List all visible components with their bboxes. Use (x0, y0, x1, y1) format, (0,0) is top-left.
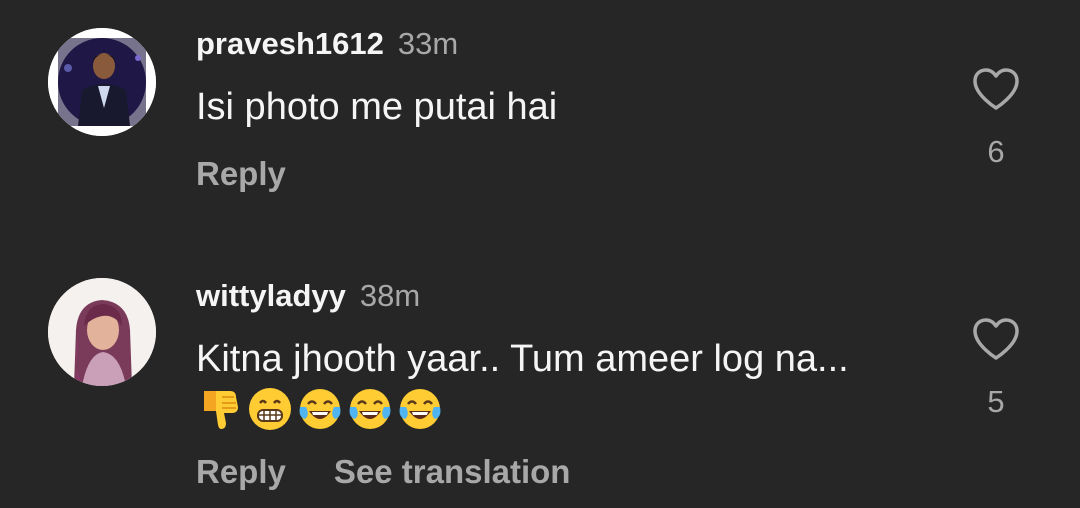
comment-item: pravesh1612 33m Isi photo me putai hai Re… (0, 0, 1080, 230)
avatar[interactable] (48, 278, 156, 386)
grinning-face-icon (246, 385, 294, 433)
timestamp: 33m (397, 26, 459, 61)
heart-icon[interactable] (971, 66, 1021, 112)
comment-actions: Reply (196, 152, 286, 196)
comment-actions: Reply See translation (196, 450, 570, 494)
avatar-photo (48, 278, 156, 386)
reply-button[interactable]: Reply (196, 453, 286, 490)
emoji-row (196, 384, 444, 434)
comment-header: wittyladyy 38m (196, 274, 420, 318)
reply-button[interactable]: Reply (196, 155, 286, 192)
tears-of-joy-icon (296, 385, 344, 433)
comment-text: Isi photo me putai hai (196, 86, 558, 128)
username[interactable]: wittyladyy (196, 278, 346, 313)
tears-of-joy-icon (346, 385, 394, 433)
like-count: 6 (987, 134, 1005, 169)
timestamp: 38m (359, 278, 421, 313)
thumbs-down-icon (196, 385, 244, 433)
avatar[interactable] (48, 28, 156, 136)
avatar-photo (48, 28, 156, 136)
see-translation-button[interactable]: See translation (334, 453, 571, 490)
comment-text: Kitna jhooth yaar.. Tum ameer log na... (196, 338, 849, 380)
comments-list: pravesh1612 33m Isi photo me putai hai Re… (0, 0, 1080, 508)
like-control: 6 (970, 66, 1022, 172)
heart-icon[interactable] (971, 316, 1021, 362)
like-control: 5 (970, 316, 1022, 422)
like-count: 5 (987, 384, 1005, 419)
username[interactable]: pravesh1612 (196, 26, 384, 61)
tears-of-joy-icon (396, 385, 444, 433)
comment-header: pravesh1612 33m (196, 22, 458, 66)
comment-item: wittyladyy 38m Kitna jhooth yaar.. Tum am… (0, 250, 1080, 508)
